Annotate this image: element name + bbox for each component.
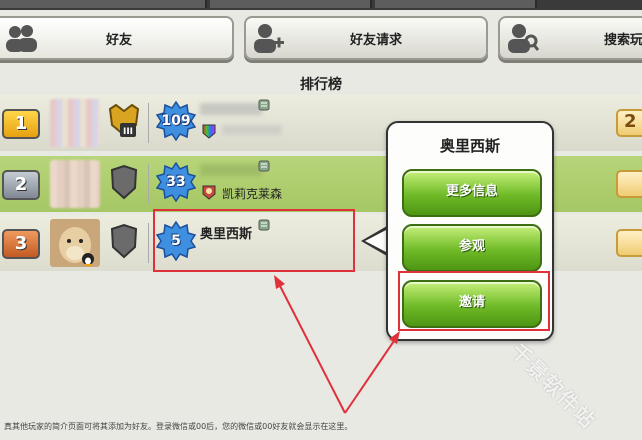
footer-hint: 真其他玩家的简介页面可将其添加为好友。登录微信或00后，您的微信或00好友就会显… <box>4 422 353 431</box>
